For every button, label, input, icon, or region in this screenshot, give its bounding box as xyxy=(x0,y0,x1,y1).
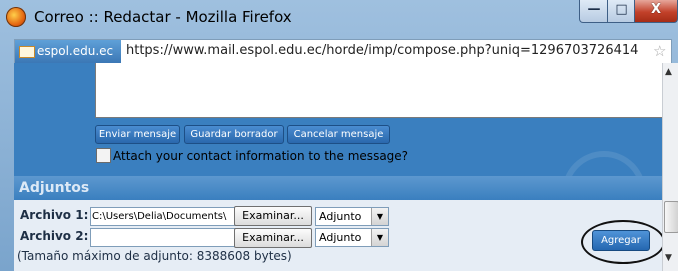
attach-contact-label: Attach your contact information to the m… xyxy=(113,149,409,163)
close-button[interactable]: X xyxy=(634,0,678,23)
attach-contact-checkbox[interactable] xyxy=(96,148,111,163)
attachments-panel: Archivo 1: C:\Users\Delia\Documents\ Exa… xyxy=(14,200,662,271)
window-title: Correo :: Redactar - Mozilla Firefox xyxy=(34,8,292,26)
cancel-button[interactable]: Cancelar mensaje xyxy=(287,125,390,144)
vertical-scrollbar[interactable]: ▲ ▼ xyxy=(662,63,678,271)
minimize-button[interactable]: — xyxy=(579,0,609,23)
scroll-thumb[interactable] xyxy=(664,201,678,233)
site-identity-badge[interactable]: espol.edu.ec xyxy=(15,40,121,63)
maximize-button[interactable]: □ xyxy=(607,0,636,23)
url-text[interactable]: https://www.mail.espol.edu.ec/horde/imp/… xyxy=(126,43,638,58)
file2-browse-button[interactable]: Examinar... xyxy=(234,228,312,248)
chevron-down-icon[interactable]: ▼ xyxy=(371,208,388,225)
page-content: Enviar mensaje Guardar borrador Cancelar… xyxy=(14,63,662,271)
mail-icon xyxy=(19,46,35,58)
site-identity-label: espol.edu.ec xyxy=(37,44,114,58)
file2-label: Archivo 2: xyxy=(20,229,89,243)
close-icon: X xyxy=(650,2,662,17)
send-button[interactable]: Enviar mensaje xyxy=(95,125,180,144)
attachments-title: Adjuntos xyxy=(19,180,90,196)
file2-input[interactable] xyxy=(90,228,236,247)
minimize-icon: — xyxy=(587,2,601,17)
file1-disposition-select[interactable]: Adjunto ▼ xyxy=(315,207,389,226)
scroll-up-icon[interactable]: ▲ xyxy=(665,67,672,77)
attachment-size-note: (Tamaño máximo de adjunto: 8388608 bytes… xyxy=(17,249,292,263)
firefox-icon xyxy=(6,7,26,27)
file1-label: Archivo 1: xyxy=(20,208,89,222)
file2-disposition-select[interactable]: Adjunto ▼ xyxy=(315,228,389,247)
message-body-textarea[interactable] xyxy=(95,63,662,118)
browser-window: Correo :: Redactar - Mozilla Firefox — □… xyxy=(0,0,678,271)
add-attachment-button[interactable]: Agregar xyxy=(592,230,650,251)
file1-input[interactable]: C:\Users\Delia\Documents\ xyxy=(90,207,236,226)
attachments-header: Adjuntos xyxy=(14,176,662,200)
file2-disposition-value: Adjunto xyxy=(319,231,362,244)
chevron-down-icon[interactable]: ▼ xyxy=(371,229,388,246)
address-bar[interactable]: espol.edu.ec https://www.mail.espol.edu.… xyxy=(14,39,672,64)
scroll-down-icon[interactable]: ▼ xyxy=(665,253,672,263)
maximize-icon: □ xyxy=(615,2,628,17)
title-bar: Correo :: Redactar - Mozilla Firefox — □… xyxy=(0,0,678,36)
star-icon[interactable]: ☆ xyxy=(653,42,666,60)
file1-browse-button[interactable]: Examinar... xyxy=(234,206,312,226)
save-draft-button[interactable]: Guardar borrador xyxy=(184,125,284,144)
file1-disposition-value: Adjunto xyxy=(319,210,362,223)
